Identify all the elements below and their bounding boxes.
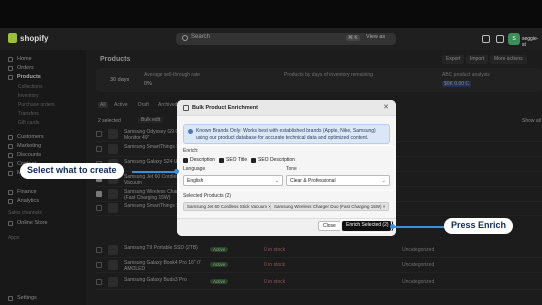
store-icon[interactable] — [482, 35, 490, 43]
info-icon — [188, 129, 193, 134]
search-placeholder: Search — [191, 34, 211, 40]
avatar[interactable]: S — [508, 33, 520, 45]
store-name[interactable]: seggie-st — [522, 36, 542, 48]
view-as-button[interactable]: View as — [366, 34, 385, 40]
top-blank-area — [0, 0, 542, 28]
shopify-logo[interactable]: shopify — [8, 33, 48, 43]
info-banner: Known Brands Only: Works best with estab… — [183, 124, 390, 144]
search-bar[interactable]: Search ⌘ K View as — [176, 33, 396, 45]
left-arrow-dot — [174, 169, 179, 174]
shopify-bag-icon — [8, 33, 17, 43]
right-arrow-dot — [390, 224, 395, 229]
close-icon[interactable]: ✕ — [383, 103, 389, 111]
enrich-button-highlight — [340, 219, 392, 233]
selected-product-chip[interactable]: Samsung Wireless Charger Duo (Fast Charg… — [270, 202, 390, 211]
modal-header: Bulk Product Enrichment ✕ — [177, 100, 396, 116]
right-arrow-line — [392, 226, 446, 228]
left-arrow-line — [132, 171, 176, 173]
selected-products-label: Selected Products (2) — [183, 193, 232, 199]
bell-icon[interactable] — [496, 35, 504, 43]
press-enrich-callout: Press Enrich — [444, 218, 514, 234]
search-icon — [182, 35, 188, 41]
close-button[interactable]: Close — [318, 221, 341, 231]
sparkle-icon — [183, 105, 189, 111]
brand-name: shopify — [20, 33, 49, 43]
info-text: Known Brands Only: Works best with estab… — [196, 128, 376, 141]
modal-title[interactable]: Bulk Product Enrichment — [192, 105, 258, 111]
search-shortcut: ⌘ K — [346, 35, 360, 41]
options-highlight — [178, 145, 395, 191]
select-callout: Select what to create — [20, 163, 124, 179]
selected-product-chip[interactable]: Samsung Jet 60 Cordless Stick Vacuum × — [183, 202, 275, 211]
